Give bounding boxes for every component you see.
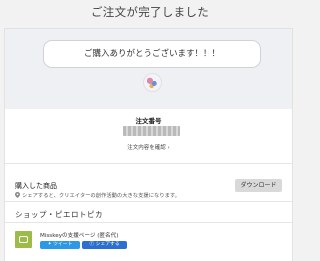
- location-pin-icon: [15, 192, 20, 198]
- thanks-message: ご購入ありがとうございます！！！: [43, 40, 261, 68]
- facebook-share-label: シェアする: [95, 242, 120, 247]
- tweet-label: ツイート: [53, 242, 73, 247]
- view-order-link[interactable]: 注文内容を確認 ›: [5, 143, 292, 151]
- tweet-button[interactable]: ✦ ツイート: [40, 241, 80, 249]
- divider: [5, 222, 292, 223]
- page-title: ご注文が完了しました: [91, 5, 209, 19]
- share-note: シェアすると、クリエイターの創作活動の大きな支援になります。: [15, 191, 180, 199]
- creator-avatar[interactable]: [143, 73, 162, 92]
- order-card: ご購入ありがとうございます！！！ 注文番号 注文内容を確認 › 購入した商品 シ…: [4, 28, 293, 261]
- shop-name[interactable]: ショップ・ピエロトピカ: [15, 209, 103, 220]
- chat-icon: [19, 236, 28, 243]
- divider: [5, 201, 292, 202]
- item-title[interactable]: Misskeyの支援ページ (匿名代): [40, 231, 118, 239]
- order-complete-page: ご注文が完了しました ご購入ありがとうございます！！！ 注文番号 注文内容を確認…: [0, 0, 300, 261]
- facebook-share-button[interactable]: ⓕ シェアする: [82, 241, 127, 249]
- purchased-items-title: 購入した商品: [15, 182, 57, 190]
- share-note-text: シェアすると、クリエイターの創作活動の大きな支援になります。: [22, 193, 180, 199]
- thanks-area: ご購入ありがとうございます！！！: [5, 29, 292, 109]
- divider: [5, 163, 292, 164]
- order-number-label: 注文番号: [135, 117, 162, 125]
- order-number-redacted: [123, 126, 180, 136]
- download-button[interactable]: ダウンロード: [235, 179, 282, 192]
- item-thumbnail[interactable]: [15, 231, 32, 248]
